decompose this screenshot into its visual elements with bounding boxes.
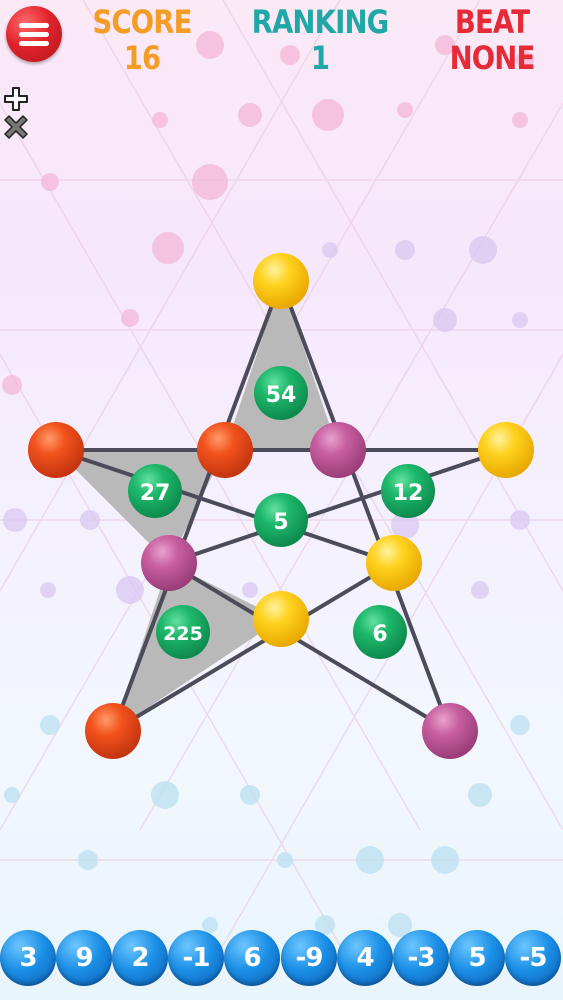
tray-ball[interactable]: 9 (56, 930, 112, 986)
tray-ball[interactable]: -9 (281, 930, 337, 986)
face-bottom-right-point-value: 6 (372, 622, 387, 647)
node-inner-top-right[interactable] (310, 422, 366, 478)
face-left-point-value: 27 (140, 481, 171, 506)
face-top-point: 54 (254, 366, 308, 420)
face-top-point-value: 54 (266, 383, 297, 408)
node-top[interactable] (253, 253, 309, 309)
face-center: 5 (254, 493, 308, 547)
node-bottom-left-tip[interactable] (85, 703, 141, 759)
face-right-point: 12 (381, 464, 435, 518)
node-inner-left[interactable] (141, 535, 197, 591)
face-center-value: 5 (273, 510, 288, 535)
node-left-tip[interactable] (28, 422, 84, 478)
node-inner-right[interactable] (366, 535, 422, 591)
tray-ball[interactable]: 2 (112, 930, 168, 986)
tray-ball[interactable]: -3 (393, 930, 449, 986)
face-bottom-left-point: 225 (156, 605, 210, 659)
star-board: 54 27 5 12 225 6 (28, 253, 534, 759)
tray-ball[interactable]: 5 (449, 930, 505, 986)
face-left-point: 27 (128, 464, 182, 518)
node-inner-bottom[interactable] (253, 591, 309, 647)
node-bottom-right-tip[interactable] (422, 703, 478, 759)
tray-ball[interactable]: -5 (505, 930, 561, 986)
node-inner-top-left[interactable] (197, 422, 253, 478)
face-right-point-value: 12 (393, 481, 424, 506)
tray-ball[interactable]: -1 (168, 930, 224, 986)
tray-ball[interactable]: 4 (337, 930, 393, 986)
tray-ball[interactable]: 6 (224, 930, 280, 986)
face-bottom-left-point-value: 225 (163, 623, 203, 645)
number-tray: 3 9 2 -1 6 -9 4 -3 5 -5 (0, 930, 563, 986)
tray-ball[interactable]: 3 (0, 930, 56, 986)
node-right-tip[interactable] (478, 422, 534, 478)
face-bottom-right-point: 6 (353, 605, 407, 659)
